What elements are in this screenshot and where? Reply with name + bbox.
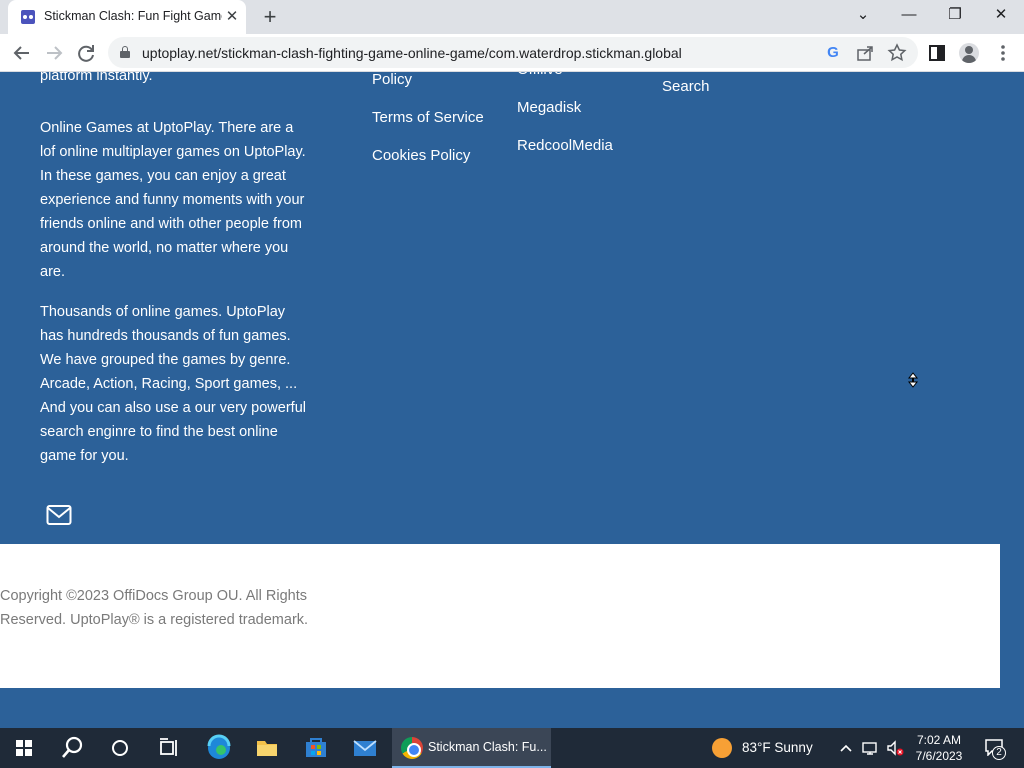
restore-button[interactable]: ❐ [932, 0, 978, 30]
footer-link-megadisk[interactable]: Megadisk [517, 98, 581, 118]
chevron-up-icon[interactable] [838, 738, 854, 761]
task-view-icon[interactable] [144, 728, 192, 768]
google-icon[interactable]: G [823, 43, 843, 63]
share-icon[interactable] [855, 43, 875, 63]
volume-muted-icon[interactable] [885, 738, 905, 761]
mail-icon[interactable] [46, 504, 72, 526]
notification-count-badge: 2 [992, 746, 1006, 760]
back-icon[interactable] [7, 38, 37, 68]
store-icon[interactable] [292, 728, 340, 768]
file-explorer-icon[interactable] [243, 728, 291, 768]
lock-icon[interactable] [120, 46, 130, 58]
browser-toolbar: uptoplay.net/stickman-clash-fighting-gam… [0, 34, 1024, 72]
footer-link-search[interactable]: Search [662, 77, 710, 97]
tab-close-icon[interactable]: ✕ [223, 8, 241, 26]
network-icon[interactable] [861, 738, 881, 761]
profile-icon[interactable] [959, 43, 979, 63]
tab-search-button[interactable]: ⌄ [840, 0, 886, 30]
star-icon[interactable] [887, 43, 907, 63]
edge-icon[interactable] [195, 728, 243, 768]
sun-icon[interactable] [712, 738, 732, 758]
about-paragraph-thousands: Thousands of online games. UptoPlay has … [40, 304, 306, 464]
page-footer: platform instantly. Online Games at Upto… [0, 72, 1024, 728]
about-fragment: platform instantly. [40, 72, 153, 84]
taskbar-window-title: Stickman Clash: Fu... [428, 740, 547, 754]
system-clock[interactable]: 7:02 AM 7/6/2023 [908, 732, 970, 764]
resize-cursor-icon [907, 372, 919, 388]
cortana-icon[interactable] [96, 728, 144, 768]
clock-time: 7:02 AM [916, 733, 962, 747]
new-tab-button[interactable]: + [258, 4, 282, 30]
footer-link-cookies[interactable]: Cookies Policy [372, 146, 470, 166]
mail-app-icon[interactable] [341, 728, 389, 768]
tab-title: Stickman Clash: Fun Fight Game [44, 9, 222, 23]
copyright-text: Copyright ©2023 OffiDocs Group OU. All R… [0, 588, 309, 628]
forward-icon[interactable] [39, 38, 69, 68]
browser-tab[interactable]: Stickman Clash: Fun Fight Game ✕ [8, 0, 246, 34]
tab-bar: Stickman Clash: Fun Fight Game ✕ + ⌄ — ❐… [0, 0, 1024, 34]
chrome-icon [401, 737, 423, 759]
minimize-button[interactable]: — [886, 0, 932, 30]
windows-taskbar: Stickman Clash: Fu... 83°F Sunny 7:02 AM… [0, 728, 1024, 768]
footer-link-offilive[interactable]: Offilive [517, 72, 563, 80]
url-text[interactable]: uptoplay.net/stickman-clash-fighting-gam… [142, 45, 682, 61]
reload-icon[interactable] [71, 38, 101, 68]
copyright-band: Copyright ©2023 OffiDocs Group OU. All R… [0, 544, 1000, 688]
windows-start-icon[interactable] [0, 728, 48, 768]
footer-link-redcoolmedia[interactable]: RedcoolMedia [517, 136, 613, 156]
uptoplay-favicon-icon [21, 10, 35, 24]
address-bar[interactable]: uptoplay.net/stickman-clash-fighting-gam… [108, 37, 918, 68]
search-icon[interactable] [48, 728, 96, 768]
close-window-button[interactable]: ✕ [978, 0, 1024, 30]
footer-link-terms[interactable]: Terms of Service [372, 108, 484, 128]
clock-date: 7/6/2023 [915, 749, 963, 763]
side-panel-icon[interactable] [922, 38, 952, 68]
taskbar-chrome-window[interactable]: Stickman Clash: Fu... [392, 728, 551, 768]
weather-text[interactable]: 83°F Sunny [742, 740, 813, 755]
about-paragraph-online-games: Online Games at UptoPlay. There are a lo… [40, 120, 306, 280]
menu-icon[interactable] [988, 38, 1018, 68]
footer-link-policy[interactable]: Policy [372, 72, 412, 90]
